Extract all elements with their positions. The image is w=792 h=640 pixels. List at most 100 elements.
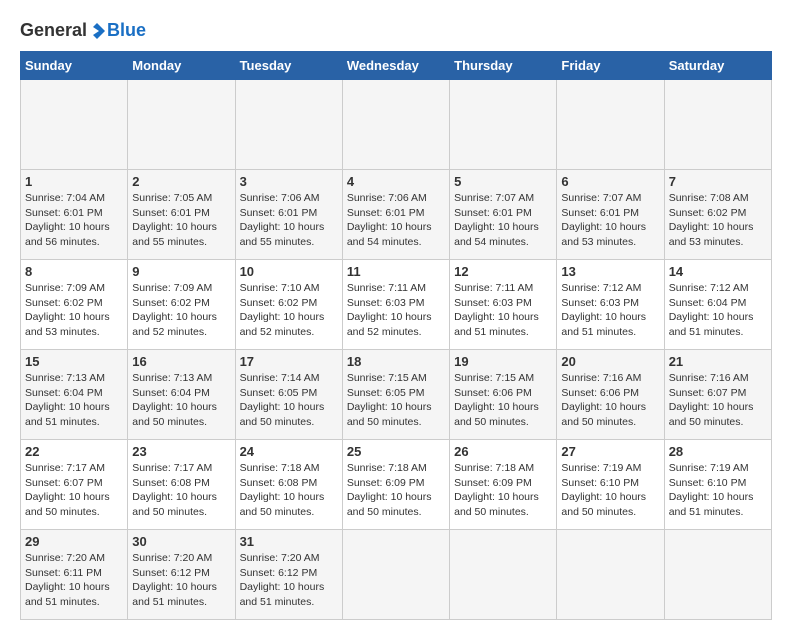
day-number: 16 — [132, 354, 230, 369]
day-number: 19 — [454, 354, 552, 369]
day-number: 7 — [669, 174, 767, 189]
calendar-cell: 25 Sunrise: 7:18 AMSunset: 6:09 PMDayligh… — [342, 440, 449, 530]
logo-icon — [88, 22, 106, 40]
day-info: Sunrise: 7:20 AMSunset: 6:12 PMDaylight:… — [240, 551, 338, 610]
calendar-cell: 31Sunrise: 7:20 AMSunset: 6:12 PMDayligh… — [235, 530, 342, 620]
day-info: Sunrise: 7:12 AMSunset: 6:03 PMDaylight:… — [561, 281, 659, 340]
calendar-cell: 5 Sunrise: 7:07 AMSunset: 6:01 PMDaylight… — [450, 170, 557, 260]
calendar-cell: 30 Sunrise: 7:20 AMSunset: 6:12 PMDayligh… — [128, 530, 235, 620]
calendar-cell: 24Sunrise: 7:18 AMSunset: 6:08 PMDayligh… — [235, 440, 342, 530]
day-info: Sunrise: 7:18 AMSunset: 6:09 PMDaylight:… — [347, 461, 445, 520]
day-info: Sunrise: 7:18 AMSunset: 6:08 PMDaylight:… — [240, 461, 338, 520]
day-info: Sunrise: 7:11 AMSunset: 6:03 PMDaylight:… — [454, 281, 552, 340]
day-info: Sunrise: 7:04 AMSunset: 6:01 PMDaylight:… — [25, 191, 123, 250]
day-number: 15 — [25, 354, 123, 369]
day-number: 17 — [240, 354, 338, 369]
day-number: 5 — [454, 174, 552, 189]
calendar-week-row — [21, 80, 772, 170]
day-info: Sunrise: 7:17 AMSunset: 6:07 PMDaylight:… — [25, 461, 123, 520]
calendar-cell: 2 Sunrise: 7:05 AMSunset: 6:01 PMDaylight… — [128, 170, 235, 260]
calendar-cell: 11 Sunrise: 7:11 AMSunset: 6:03 PMDayligh… — [342, 260, 449, 350]
calendar-cell — [664, 80, 771, 170]
day-number: 25 — [347, 444, 445, 459]
day-number: 23 — [132, 444, 230, 459]
calendar-cell: 19 Sunrise: 7:15 AMSunset: 6:06 PMDayligh… — [450, 350, 557, 440]
calendar-cell: 22 Sunrise: 7:17 AMSunset: 6:07 PMDayligh… — [21, 440, 128, 530]
calendar-week-row: 22 Sunrise: 7:17 AMSunset: 6:07 PMDayligh… — [21, 440, 772, 530]
day-number: 11 — [347, 264, 445, 279]
calendar-cell: 10Sunrise: 7:10 AMSunset: 6:02 PMDayligh… — [235, 260, 342, 350]
day-number: 1 — [25, 174, 123, 189]
calendar-cell: 27 Sunrise: 7:19 AMSunset: 6:10 PMDayligh… — [557, 440, 664, 530]
day-info: Sunrise: 7:06 AMSunset: 6:01 PMDaylight:… — [240, 191, 338, 250]
calendar-cell: 9 Sunrise: 7:09 AMSunset: 6:02 PMDaylight… — [128, 260, 235, 350]
day-number: 26 — [454, 444, 552, 459]
calendar-header-row: SundayMondayTuesdayWednesdayThursdayFrid… — [21, 52, 772, 80]
day-info: Sunrise: 7:09 AMSunset: 6:02 PMDaylight:… — [132, 281, 230, 340]
calendar-cell: 23 Sunrise: 7:17 AMSunset: 6:08 PMDayligh… — [128, 440, 235, 530]
calendar-cell: 26Sunrise: 7:18 AMSunset: 6:09 PMDayligh… — [450, 440, 557, 530]
calendar-cell: 15Sunrise: 7:13 AMSunset: 6:04 PMDayligh… — [21, 350, 128, 440]
day-number: 30 — [132, 534, 230, 549]
day-info: Sunrise: 7:05 AMSunset: 6:01 PMDaylight:… — [132, 191, 230, 250]
calendar-cell — [128, 80, 235, 170]
day-number: 21 — [669, 354, 767, 369]
calendar-cell — [450, 80, 557, 170]
col-header-saturday: Saturday — [664, 52, 771, 80]
calendar-cell — [342, 80, 449, 170]
day-info: Sunrise: 7:15 AMSunset: 6:06 PMDaylight:… — [454, 371, 552, 430]
calendar-cell — [664, 530, 771, 620]
calendar-week-row: 8 Sunrise: 7:09 AMSunset: 6:02 PMDaylight… — [21, 260, 772, 350]
day-info: Sunrise: 7:16 AMSunset: 6:07 PMDaylight:… — [669, 371, 767, 430]
col-header-monday: Monday — [128, 52, 235, 80]
calendar-cell — [557, 80, 664, 170]
day-info: Sunrise: 7:17 AMSunset: 6:08 PMDaylight:… — [132, 461, 230, 520]
calendar-cell — [342, 530, 449, 620]
calendar-week-row: 15 Sunrise: 7:13 AMSunset: 6:04 PMDayligh… — [21, 350, 772, 440]
day-info: Sunrise: 7:14 AMSunset: 6:05 PMDaylight:… — [240, 371, 338, 430]
day-number: 18 — [347, 354, 445, 369]
day-number: 3 — [240, 174, 338, 189]
calendar-cell: 16 Sunrise: 7:13 AMSunset: 6:04 PMDayligh… — [128, 350, 235, 440]
day-info: Sunrise: 7:13 AMSunset: 6:04 PMDaylight:… — [132, 371, 230, 430]
calendar-cell: 13Sunrise: 7:12 AMSunset: 6:03 PMDayligh… — [557, 260, 664, 350]
day-number: 14 — [669, 264, 767, 279]
day-info: Sunrise: 7:19 AMSunset: 6:10 PMDaylight:… — [669, 461, 767, 520]
day-info: Sunrise: 7:12 AMSunset: 6:04 PMDaylight:… — [669, 281, 767, 340]
calendar-cell: 6 Sunrise: 7:07 AMSunset: 6:01 PMDaylight… — [557, 170, 664, 260]
calendar-cell: 7 Sunrise: 7:08 AMSunset: 6:02 PMDaylight… — [664, 170, 771, 260]
day-number: 9 — [132, 264, 230, 279]
col-header-wednesday: Wednesday — [342, 52, 449, 80]
calendar-cell: 3 Sunrise: 7:06 AMSunset: 6:01 PMDaylight… — [235, 170, 342, 260]
day-info: Sunrise: 7:19 AMSunset: 6:10 PMDaylight:… — [561, 461, 659, 520]
logo-general: General — [20, 20, 87, 41]
calendar-cell: 28 Sunrise: 7:19 AMSunset: 6:10 PMDayligh… — [664, 440, 771, 530]
day-number: 28 — [669, 444, 767, 459]
logo: General Blue — [20, 20, 146, 41]
page-header: General Blue — [20, 20, 772, 41]
calendar-table: SundayMondayTuesdayWednesdayThursdayFrid… — [20, 51, 772, 620]
calendar-cell: 20Sunrise: 7:16 AMSunset: 6:06 PMDayligh… — [557, 350, 664, 440]
day-info: Sunrise: 7:10 AMSunset: 6:02 PMDaylight:… — [240, 281, 338, 340]
day-number: 2 — [132, 174, 230, 189]
day-info: Sunrise: 7:07 AMSunset: 6:01 PMDaylight:… — [454, 191, 552, 250]
day-info: Sunrise: 7:07 AMSunset: 6:01 PMDaylight:… — [561, 191, 659, 250]
day-info: Sunrise: 7:20 AMSunset: 6:12 PMDaylight:… — [132, 551, 230, 610]
calendar-cell: 4Sunrise: 7:06 AMSunset: 6:01 PMDaylight… — [342, 170, 449, 260]
col-header-sunday: Sunday — [21, 52, 128, 80]
day-info: Sunrise: 7:11 AMSunset: 6:03 PMDaylight:… — [347, 281, 445, 340]
day-number: 8 — [25, 264, 123, 279]
calendar-cell: 1 Sunrise: 7:04 AMSunset: 6:01 PMDaylight… — [21, 170, 128, 260]
calendar-cell: 14 Sunrise: 7:12 AMSunset: 6:04 PMDayligh… — [664, 260, 771, 350]
calendar-week-row: 1 Sunrise: 7:04 AMSunset: 6:01 PMDaylight… — [21, 170, 772, 260]
day-info: Sunrise: 7:15 AMSunset: 6:05 PMDaylight:… — [347, 371, 445, 430]
calendar-cell — [21, 80, 128, 170]
day-number: 6 — [561, 174, 659, 189]
col-header-tuesday: Tuesday — [235, 52, 342, 80]
day-number: 22 — [25, 444, 123, 459]
day-number: 29 — [25, 534, 123, 549]
col-header-friday: Friday — [557, 52, 664, 80]
calendar-cell: 8Sunrise: 7:09 AMSunset: 6:02 PMDaylight… — [21, 260, 128, 350]
day-number: 27 — [561, 444, 659, 459]
day-info: Sunrise: 7:08 AMSunset: 6:02 PMDaylight:… — [669, 191, 767, 250]
